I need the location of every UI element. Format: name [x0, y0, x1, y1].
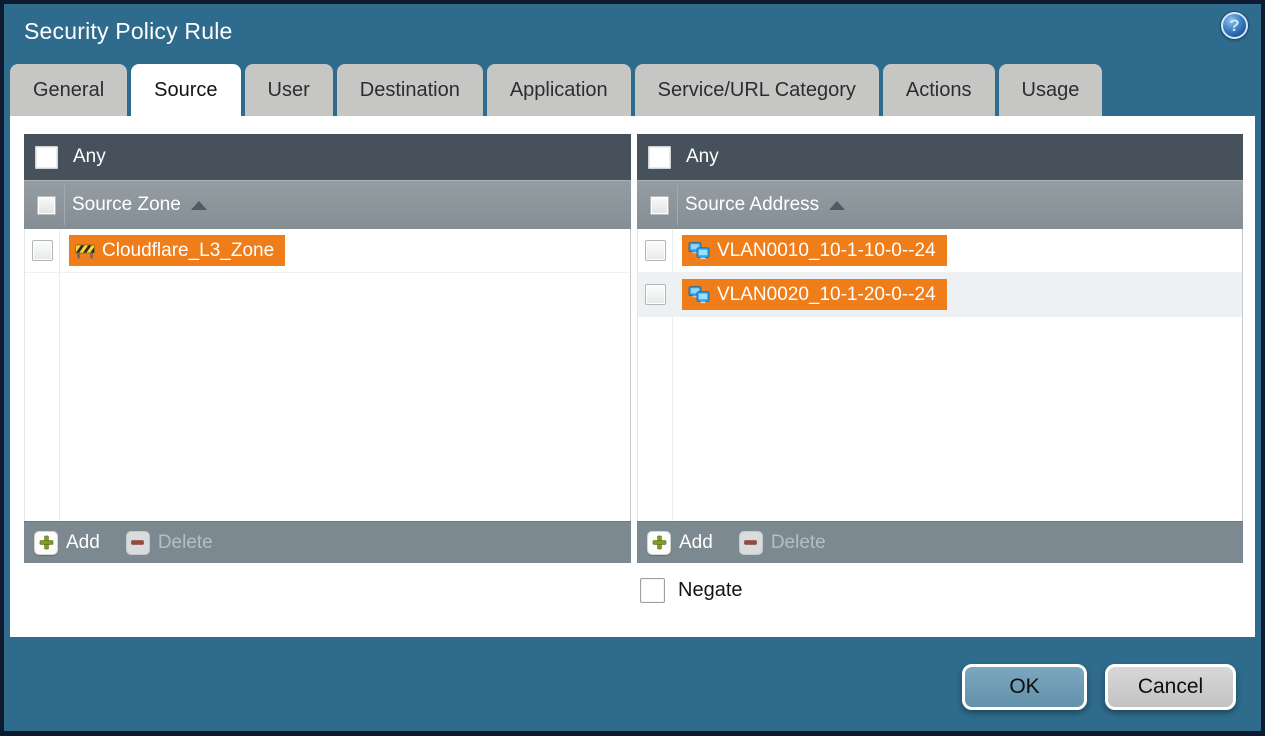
source-zone-row-checkbox[interactable]	[32, 240, 53, 261]
tab-application[interactable]: Application	[486, 64, 631, 116]
source-zone-panel: Any Source Zone Cloudflare_L3_Zone Add D…	[24, 134, 631, 563]
address-icon	[688, 241, 710, 259]
add-icon[interactable]	[647, 530, 671, 555]
source-zone-column-header: Source Zone	[24, 180, 631, 229]
column-separator	[64, 185, 65, 225]
sort-ascending-icon[interactable]	[829, 200, 846, 210]
delete-button[interactable]: Delete	[771, 532, 826, 554]
source-address-row-checkbox[interactable]	[645, 284, 666, 305]
delete-icon[interactable]	[738, 530, 763, 555]
dialog-title: Security Policy Rule	[24, 18, 233, 44]
source-zone-list: Cloudflare_L3_Zone	[24, 229, 631, 521]
tab-usage[interactable]: Usage	[998, 64, 1103, 116]
address-entry-chip[interactable]: VLAN0020_10-1-20-0--24	[682, 279, 947, 310]
tab-source[interactable]: Source	[131, 64, 241, 116]
tab-destination[interactable]: Destination	[336, 64, 483, 116]
source-zone-row[interactable]: Cloudflare_L3_Zone	[25, 229, 630, 273]
address-entry-label: VLAN0010_10-1-10-0--24	[717, 239, 936, 261]
row-checkbox-cell	[25, 240, 60, 261]
negate-checkbox[interactable]	[640, 578, 665, 603]
address-entry-label: VLAN0020_10-1-20-0--24	[717, 283, 936, 305]
source-address-select-all-checkbox[interactable]	[650, 195, 669, 215]
add-button[interactable]: Add	[679, 532, 713, 554]
source-address-any-header: Any	[637, 134, 1243, 180]
tab-bar: General Source User Destination Applicat…	[10, 64, 1103, 116]
source-address-footer: Add Delete	[637, 521, 1243, 563]
add-button[interactable]: Add	[66, 532, 100, 554]
tab-general[interactable]: General	[10, 64, 128, 116]
zone-entry-chip[interactable]: Cloudflare_L3_Zone	[69, 235, 286, 266]
tab-actions[interactable]: Actions	[882, 64, 995, 116]
ok-button[interactable]: OK	[962, 664, 1087, 710]
tab-service-url-category[interactable]: Service/URL Category	[634, 64, 879, 116]
zone-icon	[75, 244, 95, 259]
source-zone-any-header: Any	[24, 134, 631, 180]
address-entry-chip[interactable]: VLAN0010_10-1-10-0--24	[682, 235, 947, 266]
source-address-row[interactable]: VLAN0010_10-1-10-0--24	[638, 229, 1242, 273]
delete-button[interactable]: Delete	[158, 532, 213, 554]
security-policy-rule-dialog: Security Policy Rule ? General Source Us…	[4, 4, 1261, 731]
source-zone-column-label: Source Zone	[72, 194, 181, 215]
row-checkbox-cell	[638, 240, 673, 261]
add-icon[interactable]	[34, 530, 58, 555]
sort-ascending-icon[interactable]	[190, 200, 207, 210]
column-separator	[677, 185, 678, 225]
help-icon[interactable]: ?	[1221, 12, 1248, 39]
source-address-column-header: Source Address	[637, 180, 1243, 229]
tab-user[interactable]: User	[244, 64, 333, 116]
negate-label: Negate	[678, 579, 743, 601]
source-zone-any-label: Any	[73, 146, 106, 167]
delete-icon[interactable]	[125, 530, 150, 555]
source-address-any-label: Any	[686, 146, 719, 167]
row-checkbox-cell	[638, 284, 673, 305]
source-address-panel: Any Source Address VLAN0010_10-1-10-0--2…	[637, 134, 1243, 563]
source-address-column-label: Source Address	[685, 194, 820, 215]
cancel-button[interactable]: Cancel	[1105, 664, 1236, 710]
source-zone-any-checkbox[interactable]	[35, 145, 58, 169]
source-zone-select-all-checkbox[interactable]	[37, 195, 56, 215]
source-tab-content: Any Source Zone Cloudflare_L3_Zone Add D…	[10, 116, 1255, 637]
source-address-row[interactable]: VLAN0020_10-1-20-0--24	[638, 273, 1242, 317]
address-icon	[688, 285, 710, 303]
source-zone-footer: Add Delete	[24, 521, 631, 563]
source-address-row-checkbox[interactable]	[645, 240, 666, 261]
source-address-any-checkbox[interactable]	[648, 145, 671, 169]
source-address-list: VLAN0010_10-1-10-0--24 VLAN0020_10-1-20-…	[637, 229, 1243, 521]
zone-entry-label: Cloudflare_L3_Zone	[102, 239, 275, 261]
negate-row: Negate	[640, 578, 743, 603]
